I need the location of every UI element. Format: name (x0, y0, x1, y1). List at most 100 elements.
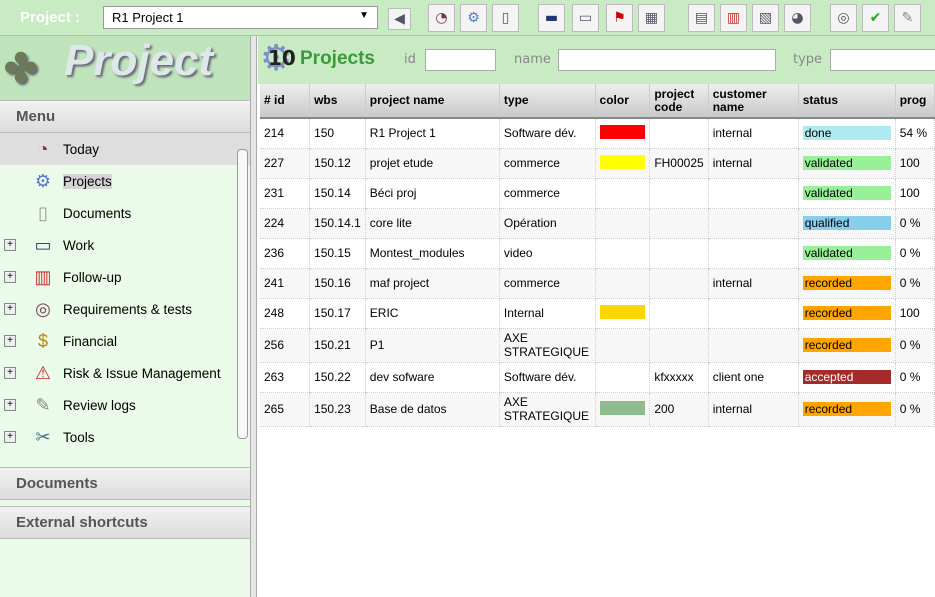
menu-item-financial[interactable]: + $ Financial (0, 325, 250, 357)
table-row[interactable]: 241 150.16 maf project commerce internal reco… (260, 268, 935, 299)
cell-customer: client one (708, 362, 799, 393)
column-header[interactable]: customer name (708, 84, 799, 119)
logo: ✤ Project (0, 36, 250, 100)
menu-header[interactable]: Menu (0, 100, 250, 133)
cell-wbs: 150.16 (309, 268, 366, 299)
cell-code: FH00025 (649, 148, 709, 179)
column-header[interactable]: project name (365, 84, 500, 119)
project-select[interactable]: R1 Project 1 ▼ (103, 6, 378, 29)
flag-button[interactable]: ⚑ (606, 4, 633, 32)
color-swatch (599, 400, 645, 415)
table-row[interactable]: 256 150.21 P1 AXE STRATEGIQUE recorded 0 % (260, 328, 935, 363)
menu-item-tools[interactable]: + ✂ Tools (0, 421, 250, 453)
ticket-button[interactable]: ▬ (538, 4, 565, 32)
cell-progress: 54 % (895, 118, 935, 149)
followup-button[interactable]: ▤ (688, 4, 715, 32)
gear-icon: ⚙ (34, 170, 52, 191)
menu-item-review-logs[interactable]: + ✎ Review logs (0, 389, 250, 421)
menu-item-label: Today (63, 141, 100, 157)
column-header[interactable]: color (595, 84, 651, 119)
column-header[interactable]: status (798, 84, 896, 119)
cell-customer (708, 208, 799, 239)
menu-scrollbar[interactable] (236, 137, 248, 459)
menu-item-risk-issue-management[interactable]: + ⚠ Risk & Issue Management (0, 357, 250, 389)
requirements-icon: ◎ (837, 10, 850, 26)
table-row[interactable]: 248 150.17 ERIC Internal recorded 100 (260, 298, 935, 329)
menu-list: ◔ Today ⚙ Projects ▯ Documents + ▭ Work + ▥ Follow-… (0, 133, 250, 463)
documents-section-header[interactable]: Documents (0, 467, 250, 500)
project-select-value: R1 Project 1 (112, 10, 184, 25)
expand-icon[interactable]: + (4, 367, 16, 379)
column-header[interactable]: type (499, 84, 596, 119)
cell-code (649, 268, 709, 299)
cell-customer: internal (708, 392, 799, 427)
filter-type-label: type (793, 52, 823, 67)
menu-item-documents[interactable]: ▯ Documents (0, 197, 250, 229)
back-icon: ◀ (394, 11, 405, 27)
work-button[interactable]: ▭ (572, 4, 599, 32)
menu-item-follow-up[interactable]: + ▥ Follow-up (0, 261, 250, 293)
menu-item-work[interactable]: + ▭ Work (0, 229, 250, 261)
expand-icon[interactable]: + (4, 239, 16, 251)
external-shortcuts-header[interactable]: External shortcuts (0, 506, 250, 539)
cell-color (595, 268, 651, 299)
check-button[interactable]: ✔ (862, 4, 889, 32)
gantt-icon: ▧ (758, 10, 773, 26)
back-button[interactable]: ◀ (388, 8, 411, 30)
chart-button[interactable]: ◕ (784, 4, 811, 32)
status-badge: recorded (802, 306, 891, 320)
table-row[interactable]: 265 150.23 Base de datos AXE STRATEGIQUE 200… (260, 392, 935, 427)
cell-wbs: 150.21 (309, 328, 366, 363)
column-header[interactable]: wbs (309, 84, 366, 119)
cell-type: Opération (499, 208, 596, 239)
expand-icon[interactable]: + (4, 399, 16, 411)
expand-icon[interactable]: + (4, 335, 16, 347)
today-button[interactable]: ◔ (428, 4, 455, 32)
cell-progress: 0 % (895, 268, 935, 299)
column-header[interactable]: project code (649, 84, 709, 119)
filter-name-label: name (514, 52, 551, 67)
requirements-button[interactable]: ◎ (830, 4, 857, 32)
table-row[interactable]: 263 150.22 dev sofware Software dév. kfxxxxx… (260, 362, 935, 393)
menu-item-label: Review logs (63, 397, 136, 413)
logo-puzzle-icon: ✤ (4, 47, 38, 91)
check-icon: ✔ (869, 10, 882, 26)
gantt-button[interactable]: ▧ (752, 4, 779, 32)
clapper-button[interactable]: ▦ (638, 4, 665, 32)
table-row[interactable]: 231 150.14 Béci proj commerce validated 100 (260, 178, 935, 209)
column-header[interactable]: prog (895, 84, 935, 119)
cell-color (595, 362, 651, 393)
menu-item-label: Financial (63, 333, 118, 349)
cell-code (649, 178, 709, 209)
cell-code (649, 238, 709, 269)
table-row[interactable]: 227 150.12 projet etude commerce FH00025 inte… (260, 148, 935, 179)
filter-type-input[interactable] (830, 49, 935, 71)
cell-customer (708, 178, 799, 209)
expand-icon[interactable]: + (4, 431, 16, 443)
filter-name-input[interactable] (558, 49, 776, 71)
expand-icon[interactable]: + (4, 271, 16, 283)
list-header: ⚙ 10 Projects id name type (258, 36, 935, 84)
filter-id-input[interactable] (425, 49, 496, 71)
table-row[interactable]: 214 150 R1 Project 1 Software dév. internal d… (260, 118, 935, 149)
column-header[interactable]: # id (260, 84, 311, 119)
cell-code: 200 (649, 392, 709, 427)
menu-item-projects[interactable]: ⚙ Projects (0, 165, 250, 197)
panel-splitter[interactable] (250, 36, 257, 597)
projects-button[interactable]: ⚙ (460, 4, 487, 32)
ticket-icon: ▬ (544, 10, 559, 26)
cell-type: commerce (499, 178, 596, 209)
table-row[interactable]: 224 150.14.1 core lite Opération qualified 0 … (260, 208, 935, 239)
documents-button[interactable]: ▯ (492, 4, 519, 32)
planning-button[interactable]: ▥ (720, 4, 747, 32)
expand-icon[interactable]: + (4, 303, 16, 315)
cell-id: 236 (260, 238, 311, 269)
cell-progress: 100 (895, 148, 935, 179)
documents-icon: ▯ (501, 10, 510, 26)
review-icon: ✎ (901, 10, 914, 26)
menu-item-today[interactable]: ◔ Today (0, 133, 250, 165)
review-button[interactable]: ✎ (894, 4, 921, 32)
cell-status: recorded (798, 392, 896, 427)
table-row[interactable]: 236 150.15 Montest_modules video validated 0 … (260, 238, 935, 269)
menu-item-requirements-tests[interactable]: + ◎ Requirements & tests (0, 293, 250, 325)
